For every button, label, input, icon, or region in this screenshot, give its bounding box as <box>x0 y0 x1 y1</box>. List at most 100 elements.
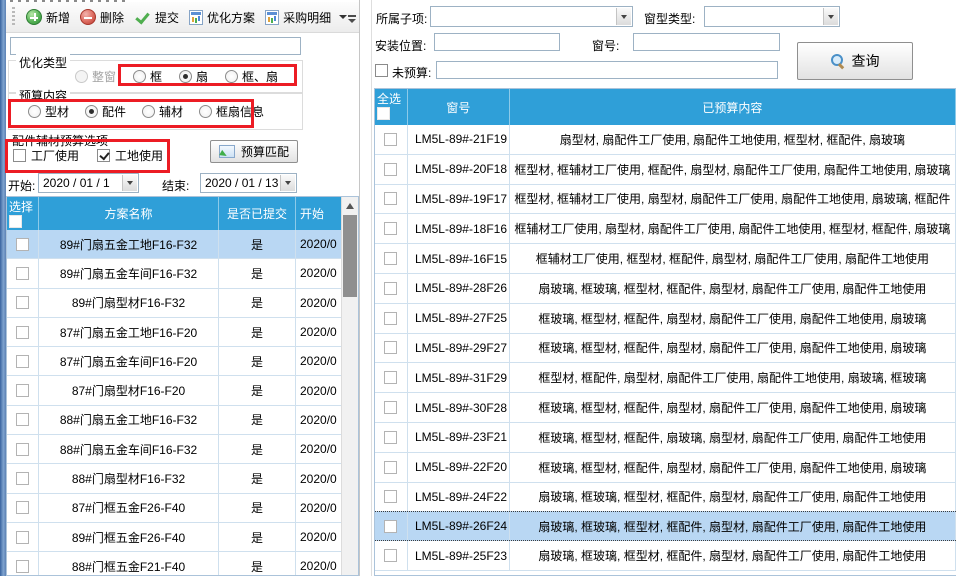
row-checkbox[interactable] <box>384 133 397 146</box>
plan-filter-input[interactable] <box>10 37 301 55</box>
radio-option[interactable]: 扇 <box>179 68 208 85</box>
sub-item-label: 所属子项: <box>376 10 427 27</box>
no-budget-checkbox[interactable] <box>375 64 388 77</box>
radio-option[interactable]: 辅材 <box>142 103 183 120</box>
budget-match-button[interactable]: 预算匹配 <box>210 140 298 163</box>
factory-use-checkbox[interactable] <box>13 149 26 162</box>
submit-button[interactable]: 提交 <box>129 6 184 29</box>
plan-table-row[interactable]: 88#门扇型材F16-F32 是 2020/0 <box>7 464 358 493</box>
plan-table-scrollbar[interactable] <box>341 197 358 575</box>
start-date-dropdown-button[interactable] <box>122 175 137 191</box>
radio-option[interactable]: 框 <box>133 68 162 85</box>
purchase-detail-button[interactable]: 采购明细 <box>260 6 352 29</box>
sub-item-dropdown-button[interactable] <box>616 8 631 25</box>
check-icon <box>134 10 151 25</box>
window-budget-row[interactable]: LM5L-89#-20F18 框型材, 框辅材工厂使用, 框配件, 扇型材, 扇… <box>375 155 956 185</box>
window-budget-row[interactable]: LM5L-89#-31F29 框型材, 框配件, 扇型材, 扇配件工厂使用, 扇… <box>375 363 956 393</box>
window-budget-row[interactable]: LM5L-89#-29F27 框玻璃, 框型材, 框配件, 扇型材, 扇配件工厂… <box>375 334 956 364</box>
row-checkbox[interactable] <box>16 238 29 251</box>
row-checkbox[interactable] <box>384 401 397 414</box>
window-budget-row[interactable]: LM5L-89#-16F15 框辅材工厂使用, 框型材, 框配件, 扇型材, 扇… <box>375 244 956 274</box>
window-budget-row[interactable]: LM5L-89#-28F26 扇玻璃, 框玻璃, 框型材, 框配件, 扇型材, … <box>375 274 956 304</box>
window-budget-row[interactable]: LM5L-89#-25F23 扇玻璃, 框玻璃, 框型材, 框配件, 扇型材, … <box>375 541 956 571</box>
row-checkbox[interactable] <box>16 443 29 456</box>
plan-table-row[interactable]: 88#门扇五金车间F16-F32 是 2020/0 <box>7 435 358 464</box>
row-checkbox[interactable] <box>16 501 29 514</box>
radio-option[interactable]: 框、扇 <box>225 68 278 85</box>
end-date-dropdown-button[interactable] <box>280 175 295 191</box>
row-checkbox[interactable] <box>384 549 397 562</box>
toolbar: 新增 删除 提交 优化方案 采购明细 <box>6 2 359 33</box>
plan-table-row[interactable]: 88#门扇五金工地F16-F32 是 2020/0 <box>7 406 358 435</box>
plan-table-row[interactable]: 87#门扇型材F16-F20 是 2020/0 <box>7 376 358 405</box>
row-checkbox[interactable] <box>384 520 397 533</box>
row-checkbox[interactable] <box>16 267 29 280</box>
plan-table-row[interactable]: 89#门框五金F26-F40 是 2020/0 <box>7 523 358 552</box>
row-checkbox[interactable] <box>16 355 29 368</box>
row-checkbox[interactable] <box>16 296 29 309</box>
row-checkbox[interactable] <box>384 222 397 235</box>
add-button[interactable]: 新增 <box>21 6 75 29</box>
row-checkbox[interactable] <box>384 312 397 325</box>
delete-button[interactable]: 删除 <box>75 6 129 29</box>
window-budget-row[interactable]: LM5L-89#-21F19 扇型材, 扇配件工厂使用, 扇配件工地使用, 框型… <box>375 125 956 155</box>
radio-option[interactable]: 型材 <box>28 103 69 120</box>
plan-table-row[interactable]: 87#门框五金F26-F40 是 2020/0 <box>7 494 358 523</box>
query-button[interactable]: 查询 <box>797 42 913 80</box>
site-use-checkbox-option[interactable]: 工地使用 <box>97 147 163 164</box>
row-checkbox[interactable] <box>16 560 29 573</box>
optimize-plan-button[interactable]: 优化方案 <box>184 6 260 29</box>
radio-option[interactable]: 整窗 <box>75 68 116 85</box>
toolbar-grip-handle[interactable] <box>12 7 15 27</box>
scrollbar-up-button[interactable] <box>342 199 358 213</box>
plan-table-row[interactable]: 89#门扇型材F16-F32 是 2020/0 <box>7 289 358 318</box>
scrollbar-thumb[interactable] <box>343 215 357 297</box>
window-budget-row[interactable]: LM5L-89#-18F16 框辅材工厂使用, 扇型材, 扇配件工厂使用, 扇配… <box>375 214 956 244</box>
row-checkbox[interactable] <box>16 531 29 544</box>
select-all-windows-checkbox[interactable] <box>377 107 390 120</box>
install-position-input[interactable] <box>434 33 560 51</box>
plan-table-row[interactable]: 89#门扇五金车间F16-F32 是 2020/0 <box>7 259 358 288</box>
select-all-plans-checkbox[interactable] <box>9 215 22 228</box>
plan-table-row[interactable]: 88#门框五金F21-F40 是 2020/0 <box>7 552 358 576</box>
row-checkbox[interactable] <box>16 413 29 426</box>
window-no-input[interactable] <box>633 33 780 51</box>
window-budget-row[interactable]: LM5L-89#-30F28 框玻璃, 框型材, 框配件, 扇型材, 扇配件工厂… <box>375 393 956 423</box>
window-no-cell: LM5L-89#-30F28 <box>415 401 507 415</box>
sub-item-combobox[interactable] <box>430 6 633 27</box>
row-checkbox[interactable] <box>384 252 397 265</box>
radio-option[interactable]: 配件 <box>85 103 126 120</box>
radio-option[interactable]: 框扇信息 <box>199 103 264 120</box>
plan-table-row[interactable]: 89#门扇五金工地F16-F32 是 2020/0 <box>7 230 358 259</box>
start-date-value: 2020 / 01 / 1 <box>43 176 110 190</box>
plan-table-row[interactable]: 87#门扇五金工地F16-F20 是 2020/0 <box>7 318 358 347</box>
window-type-dropdown-button[interactable] <box>823 8 838 25</box>
row-checkbox[interactable] <box>384 431 397 444</box>
window-no-cell: LM5L-89#-23F21 <box>415 430 507 444</box>
row-checkbox[interactable] <box>16 384 29 397</box>
plan-table-row[interactable]: 87#门扇五金车间F16-F20 是 2020/0 <box>7 347 358 376</box>
no-budget-input[interactable] <box>436 61 778 79</box>
window-budget-row[interactable]: LM5L-89#-27F25 框玻璃, 框型材, 框配件, 扇型材, 扇配件工厂… <box>375 304 956 334</box>
row-checkbox[interactable] <box>16 326 29 339</box>
row-checkbox[interactable] <box>384 192 397 205</box>
row-checkbox[interactable] <box>384 461 397 474</box>
row-checkbox[interactable] <box>384 163 397 176</box>
radio-option-label: 辅材 <box>159 103 183 120</box>
toolbar-overflow-button[interactable] <box>344 10 359 28</box>
row-checkbox[interactable] <box>16 472 29 485</box>
window-type-combobox[interactable] <box>704 6 840 27</box>
end-date-picker[interactable]: 2020 / 01 / 13 <box>200 173 297 193</box>
site-use-checkbox[interactable] <box>97 149 110 162</box>
row-checkbox[interactable] <box>384 371 397 384</box>
row-checkbox[interactable] <box>384 490 397 503</box>
row-checkbox[interactable] <box>384 282 397 295</box>
window-budget-row[interactable]: LM5L-89#-24F22 扇玻璃, 框玻璃, 框型材, 框配件, 扇型材, … <box>375 483 956 513</box>
window-budget-row[interactable]: LM5L-89#-26F24 扇玻璃, 框玻璃, 框型材, 框配件, 扇型材, … <box>375 511 956 541</box>
row-checkbox[interactable] <box>384 341 397 354</box>
start-date-picker[interactable]: 2020 / 01 / 1 <box>38 173 139 193</box>
window-budget-row[interactable]: LM5L-89#-19F17 框型材, 框辅材工厂使用, 扇型材, 扇配件工厂使… <box>375 185 956 215</box>
window-budget-row[interactable]: LM5L-89#-22F20 框玻璃, 框型材, 框配件, 扇型材, 扇配件工厂… <box>375 453 956 483</box>
window-budget-row[interactable]: LM5L-89#-23F21 框玻璃, 框型材, 框配件, 扇玻璃, 扇型材, … <box>375 423 956 453</box>
factory-use-checkbox-option[interactable]: 工厂使用 <box>13 147 79 164</box>
